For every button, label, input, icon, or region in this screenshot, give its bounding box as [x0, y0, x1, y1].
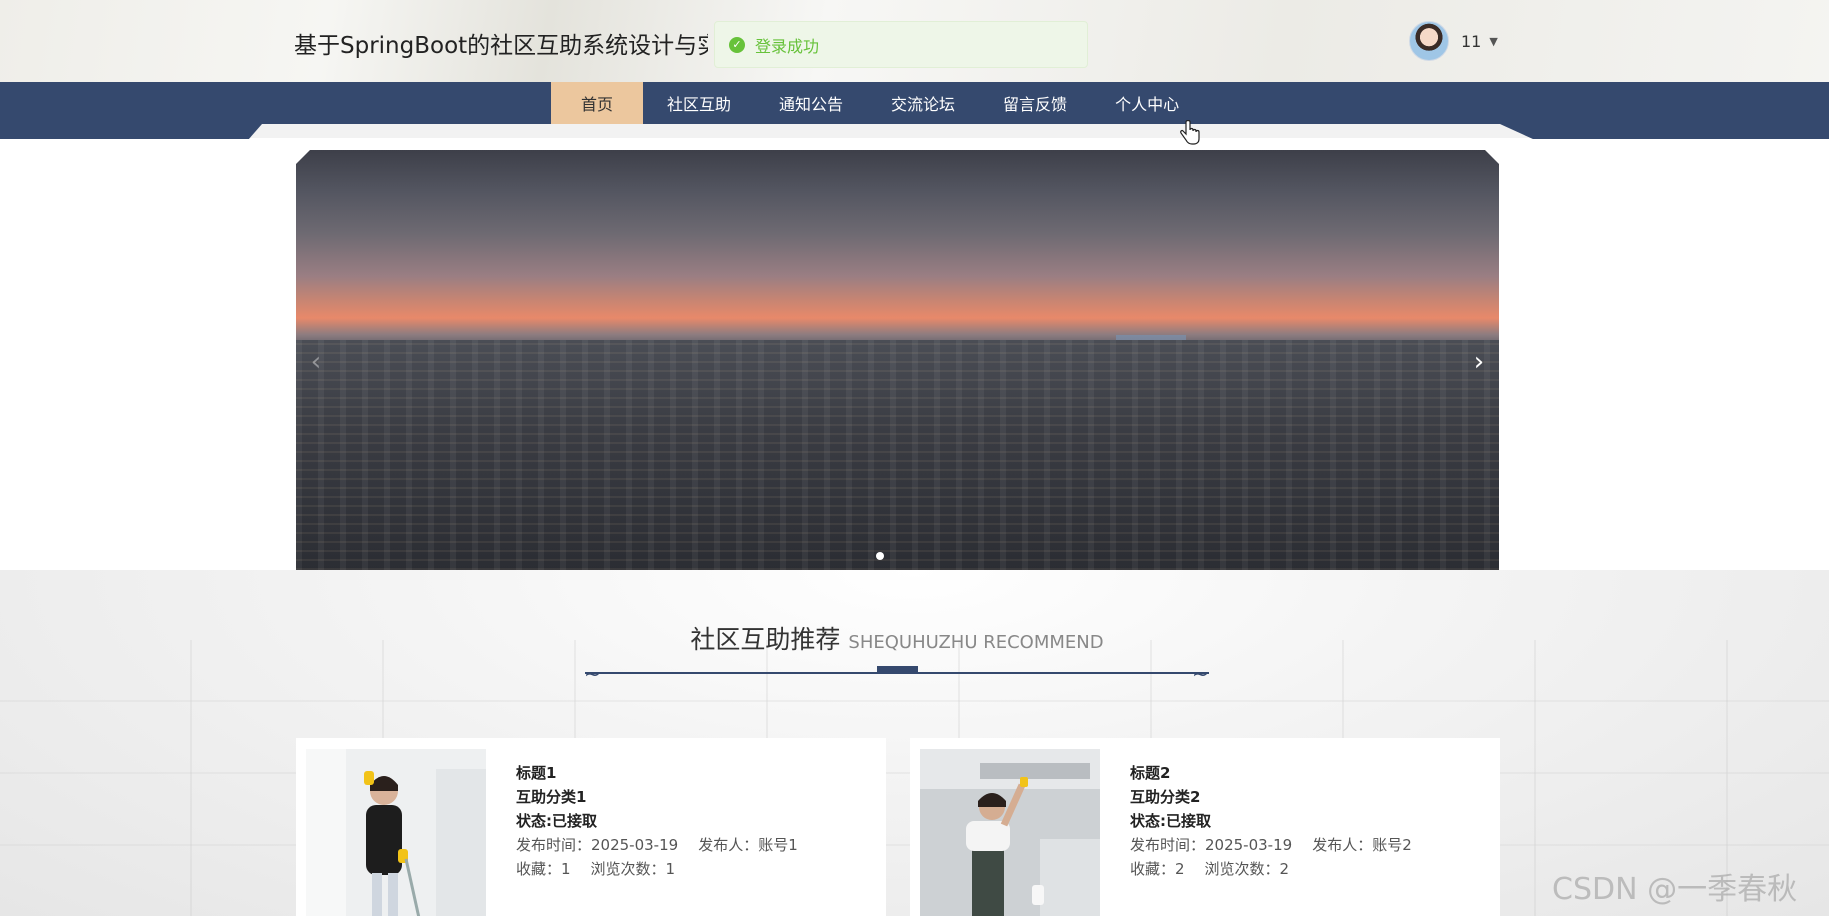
cleaning-photo [920, 749, 1100, 916]
help-card-views: 浏览次数：2 [1204, 860, 1290, 878]
section-divider-accent [877, 666, 918, 673]
help-card-status: 状态:已接取 [516, 812, 597, 830]
help-card-title[interactable]: 标题2 [1130, 761, 1412, 785]
section-heading: 社区互助推荐 SHEQUHUZHU RECOMMEND [0, 620, 1794, 656]
watermark: CSDN @一季春秋 [1552, 872, 1798, 907]
help-card-favorites: 收藏：2 [1130, 860, 1185, 878]
help-card-publish-time: 发布时间：2025-03-19 [1130, 836, 1293, 854]
nav-wing-right [1500, 124, 1829, 139]
help-card-category: 互助分类2 [1130, 788, 1201, 806]
banner-cityscape [296, 340, 1499, 570]
help-card-category: 互助分类1 [516, 788, 587, 806]
banner-carousel[interactable]: ‹ › [296, 150, 1499, 570]
help-card-views: 浏览次数：1 [590, 860, 676, 878]
help-card[interactable]: 标题2 互助分类2 状态:已接取 发布时间：2025-03-19 发布人：账号2 … [910, 738, 1500, 916]
help-card-publish-time: 发布时间：2025-03-19 [516, 836, 679, 854]
user-menu[interactable]: 11 ▼ [1409, 20, 1498, 62]
divider-curl-icon: ~ [584, 662, 601, 686]
help-card[interactable]: 标题1 互助分类1 状态:已接取 发布时间：2025-03-19 发布人：账号1 … [296, 738, 886, 916]
divider-curl-icon: ~ [1192, 662, 1209, 686]
help-card-publisher: 发布人：账号1 [698, 836, 798, 854]
nav-item-profile[interactable]: 个人中心 [1091, 82, 1203, 124]
cleaning-photo [306, 749, 486, 916]
help-card-body: 标题2 互助分类2 状态:已接取 发布时间：2025-03-19 发布人：账号2 … [1130, 749, 1412, 907]
help-card-image[interactable] [306, 749, 486, 916]
help-card-body: 标题1 互助分类1 状态:已接取 发布时间：2025-03-19 发布人：账号1 … [516, 749, 798, 907]
help-card-image[interactable] [920, 749, 1100, 916]
avatar[interactable] [1409, 21, 1449, 61]
nav-item-notices[interactable]: 通知公告 [755, 82, 867, 124]
user-name[interactable]: 11 [1461, 32, 1481, 51]
help-card-status: 状态:已接取 [1130, 812, 1211, 830]
carousel-next-arrow[interactable]: › [1467, 347, 1491, 377]
help-card-meta: 发布时间：2025-03-19 发布人：账号1 [516, 833, 798, 857]
caret-down-icon[interactable]: ▼ [1489, 35, 1497, 48]
help-card-stats: 收藏：1 浏览次数：1 [516, 857, 798, 881]
help-card-meta: 发布时间：2025-03-19 发布人：账号2 [1130, 833, 1412, 857]
nav-item-feedback[interactable]: 留言反馈 [979, 82, 1091, 124]
help-card-publisher: 发布人：账号2 [1312, 836, 1412, 854]
nav-item-community-help[interactable]: 社区互助 [643, 82, 755, 124]
carousel-indicator[interactable] [876, 552, 884, 560]
section-title-cn: 社区互助推荐 [690, 625, 841, 654]
check-circle-icon: ✓ [729, 36, 745, 53]
site-title: 基于SpringBoot的社区互助系统设计与实现 [294, 33, 708, 58]
carousel-prev-arrow[interactable]: ‹ [304, 347, 328, 377]
help-card-favorites: 收藏：1 [516, 860, 571, 878]
help-card-stats: 收藏：2 浏览次数：2 [1130, 857, 1412, 881]
nav-item-home[interactable]: 首页 [551, 82, 643, 124]
nav-wing-left [0, 124, 262, 139]
section-title-en: SHEQUHUZHU RECOMMEND [848, 632, 1104, 653]
toast-message: 登录成功 [755, 36, 820, 56]
nav-item-forum[interactable]: 交流论坛 [867, 82, 979, 124]
hand-cursor-icon [1180, 120, 1200, 145]
help-card-title[interactable]: 标题1 [516, 761, 798, 785]
main-nav: 首页 社区互助 通知公告 交流论坛 留言反馈 个人中心 [551, 82, 1203, 124]
login-success-toast: ✓ 登录成功 [714, 21, 1088, 68]
